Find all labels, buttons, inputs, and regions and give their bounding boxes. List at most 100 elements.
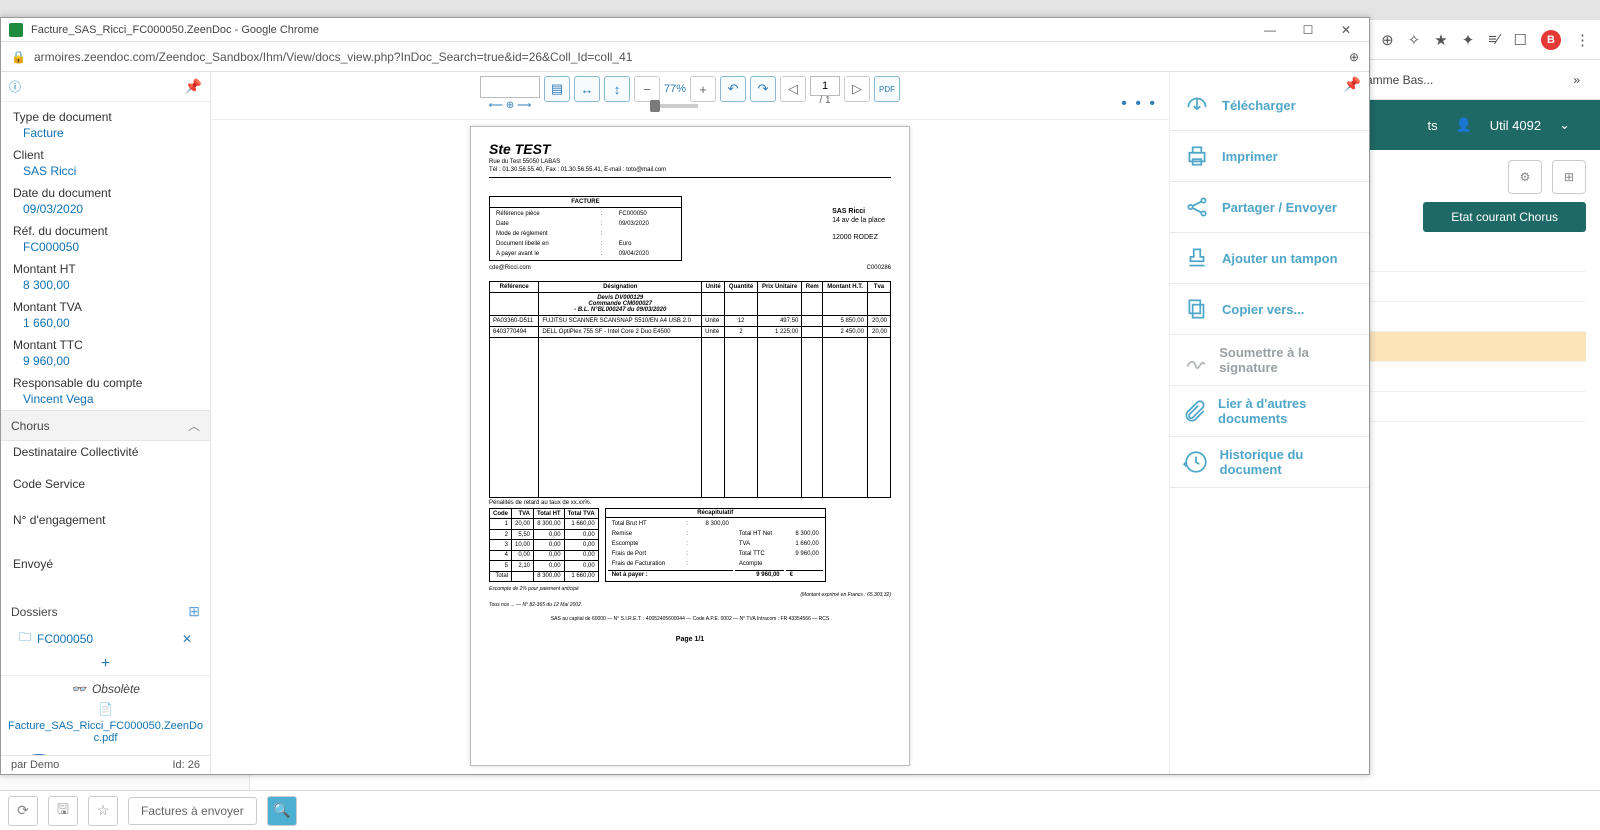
print-button[interactable]: Imprimer: [1170, 131, 1369, 182]
rotate-right-button[interactable]: ↷: [750, 76, 776, 102]
pdf-filename-link[interactable]: Facture_SAS_Ricci_FC000050.ZeenDoc.pdf: [1, 716, 210, 748]
add-dossier-button[interactable]: +: [1, 653, 210, 675]
reading-list-icon[interactable]: ≡⁄: [1488, 31, 1499, 48]
chorus-field[interactable]: Destinataire Collectivité: [13, 445, 198, 459]
zoom-in-button[interactable]: +: [690, 76, 716, 102]
field-value[interactable]: FC000050: [23, 240, 198, 254]
window-titlebar: Facture_SAS_Ricci_FC000050.ZeenDoc - Goo…: [1, 18, 1369, 42]
field-value[interactable]: SAS Ricci: [23, 164, 198, 178]
invoice-lines-table: RéférenceDésignation UnitéQuantité Prix …: [489, 281, 891, 498]
chorus-field[interactable]: Envoyé: [13, 557, 198, 571]
info-icon[interactable]: ⓘ: [9, 78, 21, 95]
dossier-name: FC000050: [37, 632, 93, 646]
doc-id: Id: 26: [172, 759, 200, 771]
section-chorus-header[interactable]: Chorus ︿: [1, 410, 210, 441]
section-title: Chorus: [11, 419, 50, 433]
field-label: Réf. du document: [13, 224, 198, 238]
refresh-button[interactable]: ⟳: [8, 796, 38, 826]
document-page: Ste TEST Rue du Test 55050 LABAS Tél : 0…: [470, 126, 910, 766]
stamp-button[interactable]: Ajouter un tampon: [1170, 233, 1369, 284]
ext-icon[interactable]: ⊕: [1381, 31, 1394, 49]
search-button[interactable]: 🔍: [267, 796, 297, 826]
field-label: Responsable du compte: [13, 376, 198, 390]
window-title: Facture_SAS_Ricci_FC000050.ZeenDoc - Goo…: [31, 24, 319, 36]
window-icon[interactable]: ☐: [1514, 31, 1527, 49]
zoom-slider[interactable]: [652, 104, 698, 108]
window-maximize-button[interactable]: ☐: [1293, 23, 1323, 37]
field-value[interactable]: Facture: [23, 126, 198, 140]
company-address: Rue du Test 55050 LABAS: [489, 159, 891, 165]
extensions-icon[interactable]: ✦: [1462, 31, 1475, 49]
fit-width-button[interactable]: ↔: [574, 76, 600, 102]
highlight-button[interactable]: ▤: [544, 76, 570, 102]
invoice-company: Ste TEST: [489, 141, 891, 157]
save-search-button[interactable]: 🖫: [48, 796, 78, 826]
invoice-info-box: FACTURE Référence pièce:FC000050 Date:09…: [489, 196, 682, 261]
viewer-stage[interactable]: Ste TEST Rue du Test 55050 LABAS Tél : 0…: [211, 120, 1169, 774]
share-icon: [1182, 192, 1212, 222]
lock-icon: 🔒: [11, 50, 26, 64]
search-nav[interactable]: ⟵ ⊕ ⟶: [489, 100, 532, 111]
chevron-down-icon[interactable]: ⌄: [1559, 117, 1570, 133]
field-value[interactable]: Vincent Vega: [23, 392, 198, 406]
browser-menu-icon[interactable]: ⋮: [1575, 31, 1590, 49]
remove-icon[interactable]: ✕: [182, 632, 192, 646]
tva-table: CodeTVATotal HTTotal TVA 120,008 300,001…: [489, 508, 599, 582]
export-pdf-button[interactable]: PDF: [874, 76, 900, 102]
metadata-panel: ⓘ 📌 Type de documentFacture ClientSAS Ri…: [1, 72, 211, 774]
field-value[interactable]: 9 960,00: [23, 354, 198, 368]
obsolete-label: Obsolète: [92, 682, 140, 696]
field-label: Montant HT: [13, 262, 198, 276]
field-value[interactable]: 8 300,00: [23, 278, 198, 292]
prev-page-button[interactable]: ◁: [780, 76, 806, 102]
signature-icon: [1182, 345, 1209, 375]
grid-icon[interactable]: ⊞: [1552, 160, 1586, 194]
page-input[interactable]: [810, 76, 840, 96]
sign-button[interactable]: Soumettre à la signature: [1170, 335, 1369, 386]
chorus-field[interactable]: N° d'engagement: [13, 513, 198, 527]
zoom-indicator-icon[interactable]: ⊕: [1349, 50, 1359, 64]
history-button[interactable]: Historique du document: [1170, 437, 1369, 488]
page-indicator: / 1: [810, 76, 840, 106]
address-text[interactable]: armoires.zeendoc.com/Zeendoc_Sandbox/Ihm…: [34, 50, 1341, 64]
zoom-out-button[interactable]: −: [634, 76, 660, 102]
download-button[interactable]: Télécharger: [1170, 80, 1369, 131]
ext-icon[interactable]: ✧: [1408, 31, 1421, 49]
pin-icon[interactable]: 📌: [1344, 76, 1361, 93]
pin-icon[interactable]: 📌: [185, 78, 202, 95]
link-button[interactable]: Lier à d'autres documents: [1170, 386, 1369, 437]
chorus-status-button[interactable]: Etat courant Chorus: [1423, 202, 1586, 232]
company-contact: Tél : 01.30.56.55.40, Fax : 01.30.56.55.…: [489, 167, 891, 173]
chorus-field[interactable]: Code Service: [13, 477, 198, 491]
favorite-button[interactable]: ☆: [88, 796, 118, 826]
field-label: Montant TVA: [13, 300, 198, 314]
more-menu-icon[interactable]: • • •: [1121, 95, 1157, 113]
field-label: Montant TTC: [13, 338, 198, 352]
obsolete-row[interactable]: 👓 Obsolète: [1, 675, 210, 702]
copy-button[interactable]: Copier vers...: [1170, 284, 1369, 335]
search-input[interactable]: [480, 76, 540, 98]
dossier-item[interactable]: 🗀 FC000050 ✕: [1, 624, 210, 653]
gear-icon[interactable]: ⚙: [1508, 160, 1542, 194]
user-icon: 👤: [1456, 117, 1472, 133]
user-label[interactable]: Util 4092: [1490, 118, 1541, 133]
window-close-button[interactable]: ✕: [1331, 23, 1361, 37]
window-minimize-button[interactable]: —: [1255, 23, 1285, 37]
ext-icon[interactable]: ★: [1434, 31, 1447, 49]
fit-height-button[interactable]: ↕: [604, 76, 630, 102]
profile-badge[interactable]: B: [1541, 30, 1561, 50]
saved-query-pill[interactable]: Factures à envoyer: [128, 797, 257, 825]
field-value[interactable]: 1 660,00: [23, 316, 198, 330]
chevron-up-icon: ︿: [188, 417, 200, 434]
field-label: Date du document: [13, 186, 198, 200]
viewer-toolbar: ⟵ ⊕ ⟶ ▤ ↔ ↕ − 77% + ↶ ↷ ◁: [211, 72, 1169, 120]
indexed-by: par Demo: [11, 759, 59, 771]
glasses-icon: 👓: [71, 682, 86, 696]
share-button[interactable]: Partager / Envoyer: [1170, 182, 1369, 233]
grid-icon[interactable]: ⊞: [188, 603, 200, 620]
next-page-button[interactable]: ▷: [844, 76, 870, 102]
field-value[interactable]: 09/03/2020: [23, 202, 198, 216]
window-addressbar: 🔒 armoires.zeendoc.com/Zeendoc_Sandbox/I…: [1, 42, 1369, 72]
bookmark-overflow-icon[interactable]: »: [1573, 73, 1580, 87]
rotate-left-button[interactable]: ↶: [720, 76, 746, 102]
